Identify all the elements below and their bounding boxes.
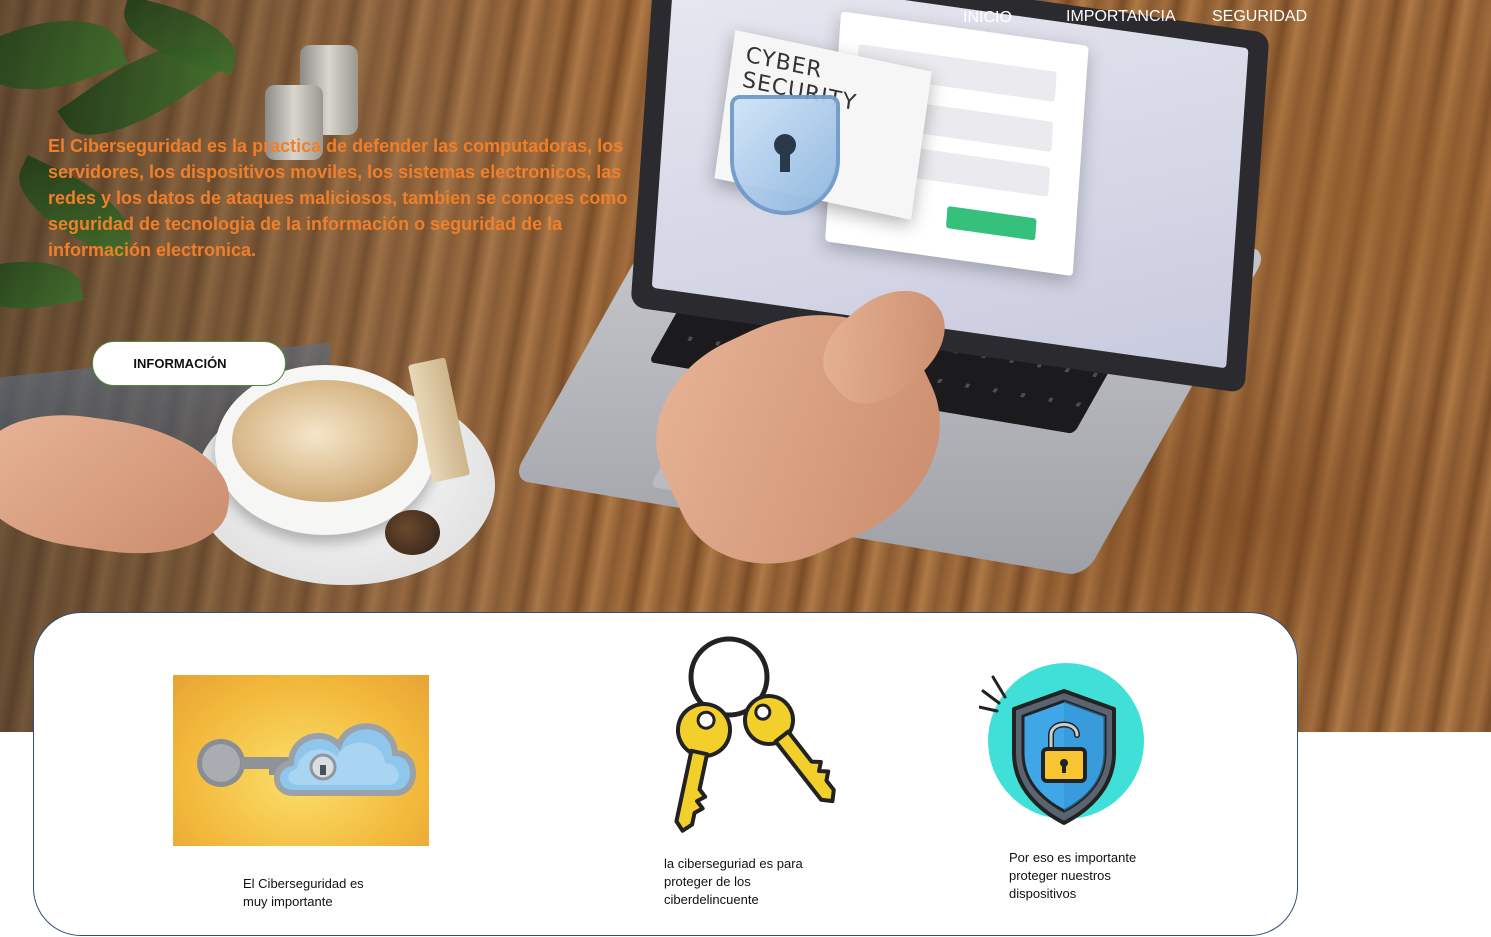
feature-caption: El Ciberseguridad es muy importante [243, 876, 364, 909]
shield-lock-icon [977, 661, 1144, 826]
features-card: El Ciberseguridad es muy importante la c… [33, 612, 1298, 936]
login-button [945, 206, 1037, 241]
nav-seguridad[interactable]: SEGURIDAD [1212, 8, 1307, 26]
cookie [385, 510, 440, 555]
cloud-key-icon [173, 675, 429, 846]
latte-foam [232, 380, 418, 502]
keyhole-icon [774, 134, 796, 172]
keyhole-shield-icon [730, 95, 840, 215]
keys-icon [649, 635, 839, 835]
nav-inicio[interactable]: INICIO [963, 9, 1012, 27]
feature-caption: Por eso es importante proteger nuestros … [1009, 850, 1137, 901]
feature-caption: la ciberseguriad es para proteger de los… [664, 856, 803, 907]
hero-description: El Ciberseguridad es la practica de defe… [48, 136, 628, 260]
information-button[interactable]: INFORMACIÓN [92, 341, 286, 386]
nav-importancia[interactable]: IMPORTANCIA [1066, 8, 1176, 26]
